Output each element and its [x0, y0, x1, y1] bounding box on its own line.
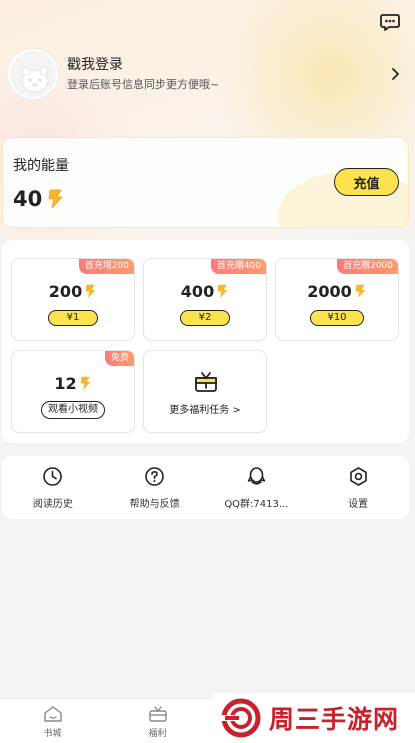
tool-label: 帮助与反馈 [129, 499, 180, 510]
watermark-logo-icon [221, 698, 261, 738]
energy-value: 40 [13, 187, 43, 211]
more-tasks-label: 更多福利任务 > [169, 405, 241, 416]
free-badge: 免费 [104, 351, 134, 366]
login-row[interactable]: 戳我登录 登录后账号信息同步更方便哦~ [8, 48, 408, 100]
settings-hex-icon [349, 467, 367, 486]
gift-box-icon [195, 372, 217, 392]
first-recharge-badge: 首充赠400 [210, 259, 266, 274]
qq-penguin-icon [247, 467, 266, 485]
video-task-tile[interactable]: 免费 12 观看小视频 [11, 350, 135, 433]
nav-item-bookstore[interactable]: 书城 [0, 699, 105, 743]
energy-title: 我的能量 [13, 158, 69, 174]
energy-bolt-icon [355, 284, 366, 299]
avatar[interactable] [8, 49, 58, 99]
energy-balance: 40 [13, 187, 64, 211]
energy-bolt-icon [48, 189, 63, 209]
tool-reading-history[interactable]: 阅读历史 [2, 456, 104, 519]
price-button[interactable]: ¥1 [48, 310, 98, 326]
help-question-icon [145, 467, 164, 486]
first-recharge-badge: 首充赠2000 [337, 259, 398, 274]
tool-settings[interactable]: 设置 [307, 456, 409, 519]
option-amount: 2000 [307, 282, 352, 301]
nav-label: 福利 [148, 729, 167, 739]
tool-label: 设置 [348, 499, 369, 510]
recharge-option-200[interactable]: 首充增200 200 ¥1 [11, 258, 135, 341]
tools-panel: 阅读历史 帮助与反馈 QQ群:7413... 设置 [2, 456, 409, 519]
energy-card: 我的能量 40 充值 [2, 137, 409, 228]
watch-video-button[interactable]: 观看小视频 [41, 401, 105, 419]
tool-label: 阅读历史 [32, 499, 73, 510]
chevron-right-icon[interactable] [388, 67, 402, 81]
nav-item-welfare[interactable]: 福利 [105, 699, 210, 743]
watermark: 周三手游网 [213, 693, 415, 743]
recharge-button[interactable]: 充值 [334, 168, 399, 196]
energy-bolt-icon [85, 284, 96, 299]
gift-box-icon [148, 706, 167, 722]
tool-help-feedback[interactable]: 帮助与反馈 [104, 456, 206, 519]
login-subtitle: 登录后账号信息同步更方便哦~ [67, 78, 220, 91]
watermark-text: 周三手游网 [269, 705, 400, 734]
recharge-option-400[interactable]: 首充赠400 400 ¥2 [143, 258, 267, 341]
tool-qq-group[interactable]: QQ群:7413... [206, 456, 308, 519]
home-icon [43, 706, 62, 722]
task-amount: 12 [54, 374, 77, 393]
more-tasks-tile[interactable]: 更多福利任务 > [143, 350, 267, 433]
price-button[interactable]: ¥2 [180, 310, 230, 326]
energy-bolt-icon [80, 376, 90, 391]
welfare-panel: 首充增200 200 ¥1 首充赠400 400 ¥2 首充赠2000 2000… [2, 240, 409, 443]
login-title[interactable]: 戳我登录 [67, 56, 388, 74]
chat-bubble-icon[interactable] [379, 13, 401, 33]
energy-bolt-icon [217, 284, 228, 299]
nav-label: 书城 [43, 729, 62, 739]
option-amount: 200 [48, 282, 83, 301]
history-clock-icon [43, 467, 63, 486]
recharge-option-2000[interactable]: 首充赠2000 2000 ¥10 [275, 258, 399, 341]
option-amount: 400 [180, 282, 215, 301]
tool-label: QQ群:7413... [224, 499, 289, 510]
price-button[interactable]: ¥10 [310, 310, 364, 326]
first-recharge-badge: 首充增200 [78, 259, 134, 274]
